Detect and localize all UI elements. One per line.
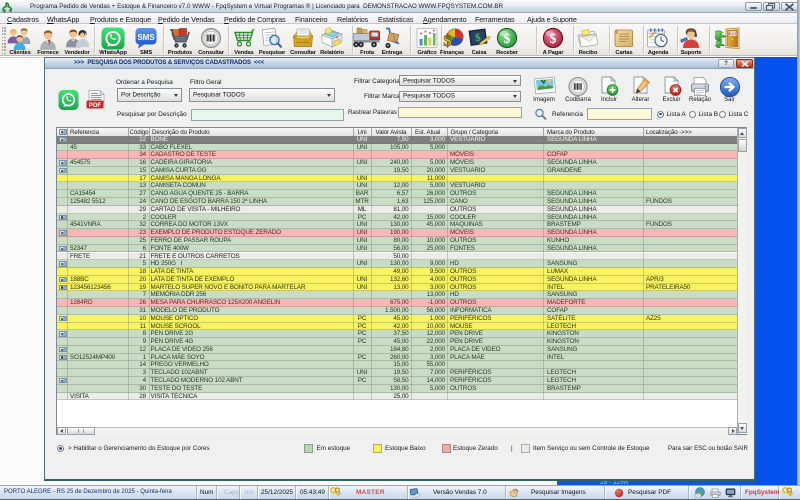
- svg-text:$: $: [550, 30, 557, 45]
- svg-text:SMS: SMS: [137, 33, 155, 42]
- svg-text:$: $: [443, 31, 452, 50]
- svg-text:EXIT: EXIT: [729, 32, 738, 36]
- svg-text:$: $: [504, 30, 511, 45]
- svg-text:PDF: PDF: [89, 102, 102, 109]
